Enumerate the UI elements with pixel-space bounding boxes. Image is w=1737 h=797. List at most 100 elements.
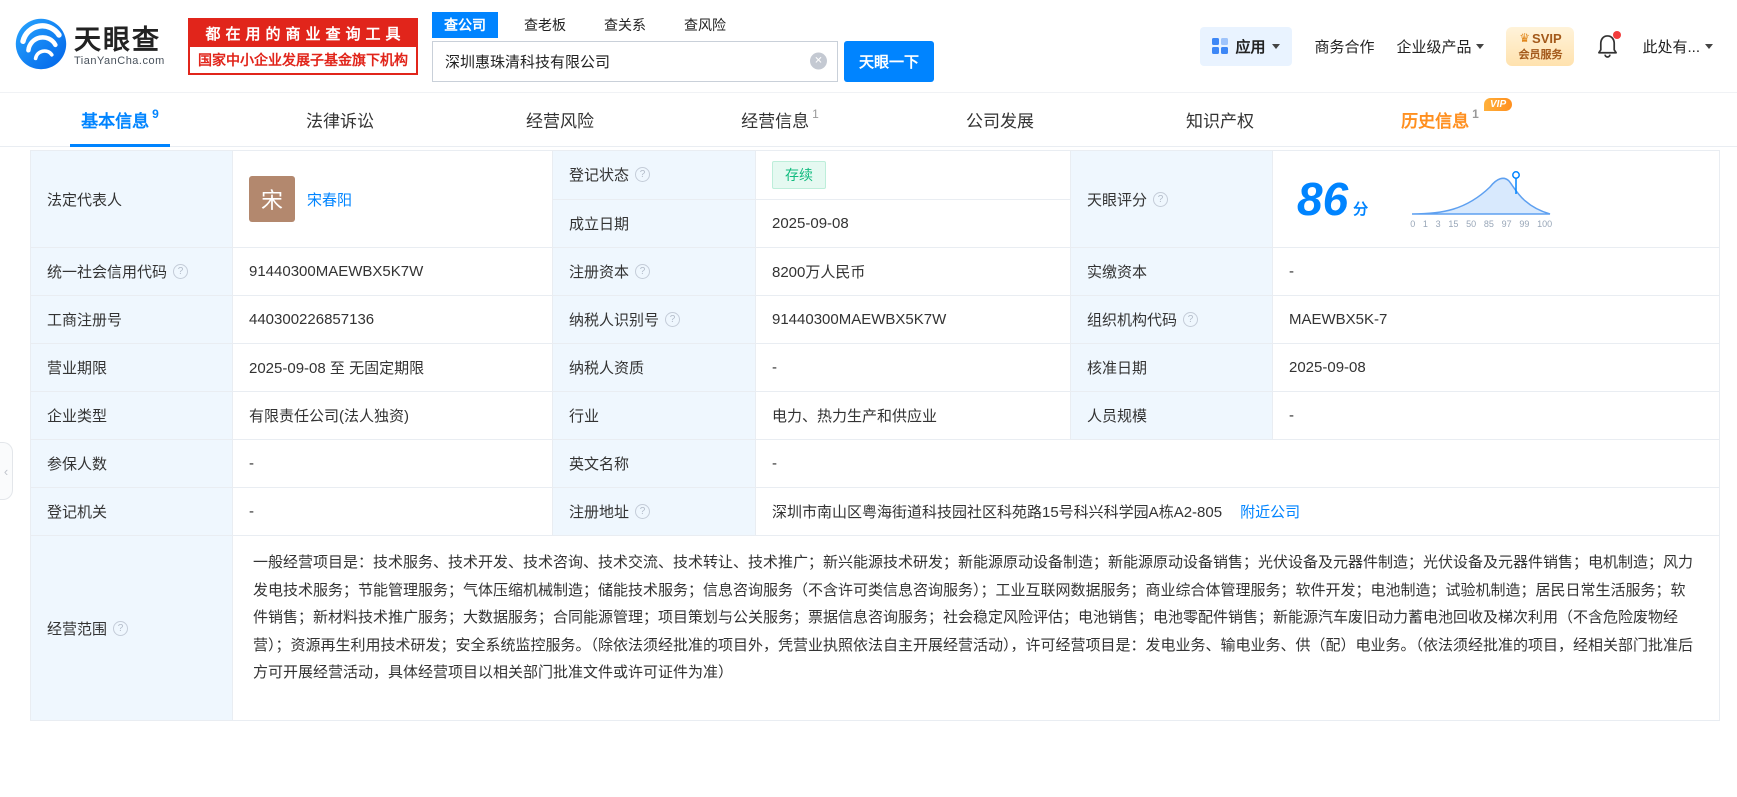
search-tab-company[interactable]: 查公司 (432, 11, 498, 38)
tab-company-development[interactable]: 公司发展 (890, 93, 1110, 146)
apps-button[interactable]: 应用 (1200, 26, 1293, 66)
insured-count-value: - (233, 440, 553, 487)
help-icon[interactable]: ? (1183, 312, 1199, 327)
search-tab-relation[interactable]: 查关系 (592, 12, 658, 38)
business-cooperation-link[interactable]: 商务合作 (1314, 36, 1374, 57)
reg-authority-label: 登记机关 (31, 488, 233, 535)
tab-basic-info[interactable]: 基本信息 9 (10, 93, 230, 146)
table-row: 登记机关 - 注册地址? 深圳市南山区粤海街道科技园社区科苑路15号科兴科学园A… (31, 488, 1719, 536)
svip-member-button[interactable]: ♛ SVIP 会员服务 (1506, 26, 1575, 66)
taxpayer-id-value: 91440300MAEWBX5K7W (756, 296, 1071, 343)
table-row: 统一社会信用代码? 91440300MAEWBX5K7W 注册资本? 8200万… (31, 248, 1719, 296)
search-tab-risk[interactable]: 查风险 (672, 12, 738, 38)
tab-history-info[interactable]: 历史信息 1 VIP (1330, 93, 1550, 146)
table-row: 营业期限 2025-09-08 至 无固定期限 纳税人资质 - 核准日期 202… (31, 344, 1719, 392)
chevron-down-icon (1476, 43, 1485, 49)
industry-label: 行业 (553, 392, 756, 439)
clear-icon[interactable]: ✕ (810, 52, 827, 70)
tab-legal-proceedings[interactable]: 法律诉讼 (230, 93, 450, 146)
score-value: 86 分 0 1 3 15 50 85 97 99 100 (1273, 151, 1719, 247)
org-code-value: MAEWBX5K-7 (1273, 296, 1719, 343)
help-icon[interactable]: ? (635, 264, 651, 279)
legal-rep-value: 宋 宋春阳 (233, 151, 553, 247)
legal-rep-avatar[interactable]: 宋 (249, 176, 295, 222)
english-name-value: - (756, 440, 1719, 487)
apps-label: 应用 (1235, 38, 1266, 56)
business-scope-label: 经营范围? (31, 536, 233, 720)
taxpayer-id-label: 纳税人识别号? (553, 296, 756, 343)
paid-capital-value: - (1273, 248, 1719, 295)
tab-intellectual-property[interactable]: 知识产权 (1110, 93, 1330, 146)
industry-value: 电力、热力生产和供应业 (756, 392, 1071, 439)
logo-text-cn: 天眼查 (74, 25, 161, 55)
enterprise-products-link[interactable]: 企业级产品 (1396, 36, 1485, 57)
search-input[interactable] (433, 41, 837, 81)
establish-date-value: 2025-09-08 (756, 199, 1070, 247)
help-icon[interactable]: ? (635, 167, 651, 183)
section-tabs: 基本信息 9 法律诉讼 经营风险 经营信息 1 公司发展 知识产权 历史信息 1 VI… (0, 92, 1737, 147)
help-icon[interactable]: ? (665, 312, 681, 327)
company-type-label: 企业类型 (31, 392, 233, 439)
tianyancha-logo[interactable]: 天眼查 TianYanCha.com (14, 17, 182, 76)
table-row: 工商注册号 440300226857136 纳税人识别号? 91440300MA… (31, 296, 1719, 344)
help-icon[interactable]: ? (113, 620, 129, 636)
credit-code-value: 91440300MAEWBX5K7W (233, 248, 553, 295)
search-area: 查公司 查老板 查关系 查风险 ✕ 天眼一下 (432, 11, 940, 82)
crown-icon: ♛ (1519, 31, 1531, 45)
chevron-left-icon: ‹ (3, 463, 9, 479)
notification-dot (1613, 31, 1622, 39)
insured-count-label: 参保人数 (31, 440, 233, 487)
score-label: 天眼评分? (1071, 151, 1273, 247)
search-tab-boss[interactable]: 查老板 (512, 12, 578, 38)
side-panel-handle[interactable]: ‹ (0, 442, 13, 500)
tab-count: 1 (812, 106, 819, 121)
bell-icon (1596, 35, 1619, 63)
english-name-label: 英文名称 (553, 440, 756, 487)
chevron-down-icon (1272, 43, 1281, 49)
legal-rep-label: 法定代表人 (31, 151, 233, 247)
score-axis: 0 1 3 15 50 85 97 99 100 (1410, 218, 1553, 229)
approval-date-value: 2025-09-08 (1273, 344, 1719, 391)
org-code-label: 组织机构代码? (1071, 296, 1273, 343)
score-unit: 分 (1353, 200, 1369, 218)
help-icon[interactable]: ? (173, 264, 189, 279)
user-account-menu[interactable]: 此处有... (1642, 36, 1713, 57)
promo-line-2: 国家中小企业发展子基金旗下机构 (198, 51, 408, 68)
table-row: 企业类型 有限责任公司(法人独资) 行业 电力、热力生产和供应业 人员规模 - (31, 392, 1719, 440)
taxpayer-quality-label: 纳税人资质 (553, 344, 756, 391)
score-number: 86 (1297, 173, 1349, 225)
reg-capital-label: 注册资本? (553, 248, 756, 295)
vip-badge: VIP (1484, 98, 1513, 111)
promo-banner: 都在用的商业查询工具 国家中小企业发展子基金旗下机构 (188, 17, 418, 75)
legal-rep-name-link[interactable]: 宋春阳 (307, 189, 352, 210)
reg-address-value: 深圳市南山区粤海街道科技园社区科苑路15号科兴科学园A栋A2-805 附近公司 (756, 488, 1719, 535)
company-type-value: 有限责任公司(法人独资) (233, 392, 553, 439)
table-row: 参保人数 - 英文名称 - (31, 440, 1719, 488)
approval-date-label: 核准日期 (1071, 344, 1273, 391)
status-badge: 存续 (772, 160, 826, 189)
taxpayer-quality-value: - (756, 344, 1071, 391)
tab-count: 9 (152, 106, 159, 121)
nearby-companies-link[interactable]: 附近公司 (1240, 501, 1300, 522)
status-date-column: 登记状态? 存续 成立日期 2025-09-08 (553, 151, 1071, 247)
help-icon[interactable]: ? (1153, 191, 1169, 207)
tab-count: 1 (1472, 106, 1479, 121)
user-name: 此处有... (1642, 38, 1700, 56)
tianyancha-logo-icon (14, 17, 68, 76)
header-right: 应用 商务合作 企业级产品 ♛ SVIP 会员服务 此处有... (1200, 26, 1713, 66)
chevron-down-icon (1705, 43, 1713, 49)
search-input-wrap: ✕ (432, 40, 838, 82)
tab-operation-info[interactable]: 经营信息 1 (670, 93, 890, 146)
score-chart: 0 1 3 15 50 85 97 99 100 (1410, 170, 1552, 229)
reg-status-label: 登记状态? (553, 151, 756, 199)
establish-date-label: 成立日期 (553, 199, 756, 247)
reg-number-label: 工商注册号 (31, 296, 233, 343)
help-icon[interactable]: ? (635, 504, 651, 519)
notification-bell-button[interactable] (1596, 31, 1622, 59)
reg-status-value: 存续 (756, 151, 1070, 199)
promo-line-1: 都在用的商业查询工具 (190, 19, 416, 47)
business-term-label: 营业期限 (31, 344, 233, 391)
table-row: 法定代表人 宋 宋春阳 登记状态? 存续 成立日期 2025-09-08 天眼评… (31, 151, 1719, 248)
tab-operation-risk[interactable]: 经营风险 (450, 93, 670, 146)
search-button[interactable]: 天眼一下 (844, 40, 934, 82)
